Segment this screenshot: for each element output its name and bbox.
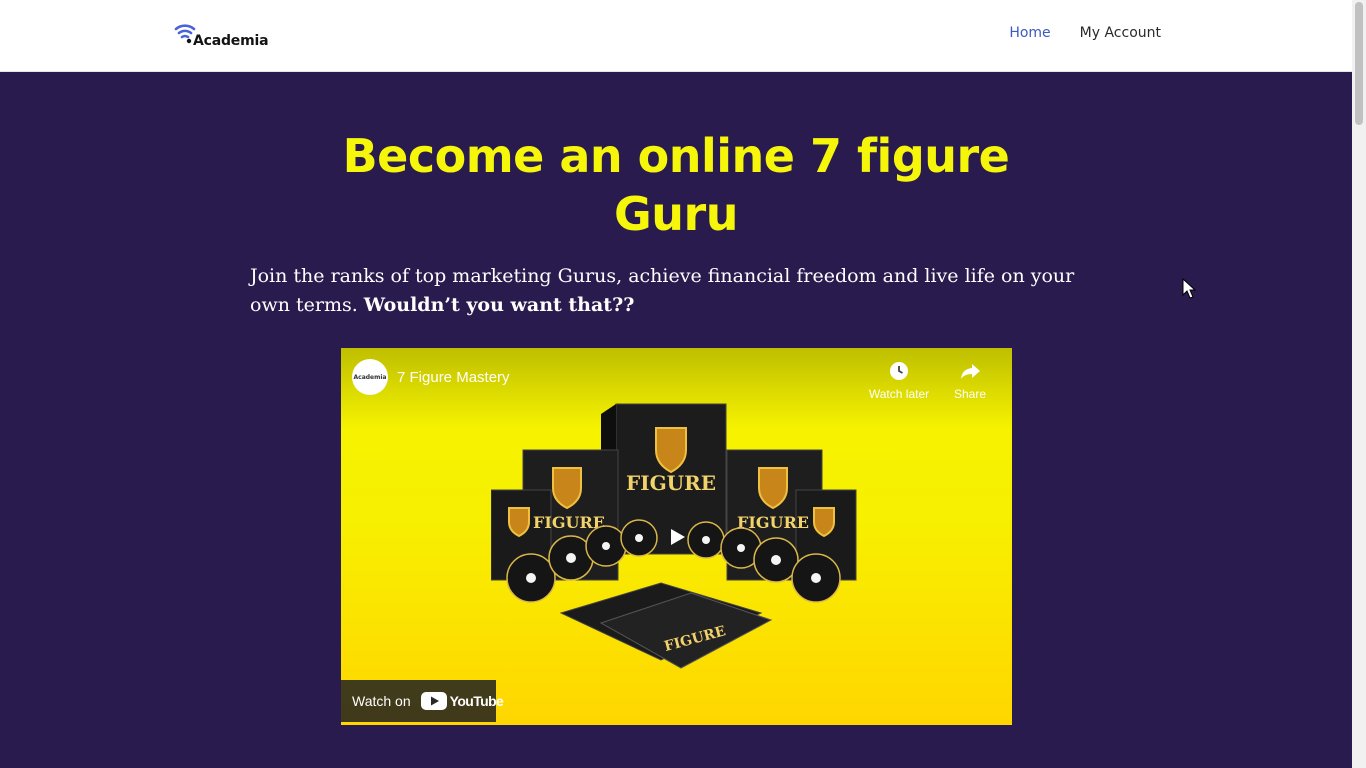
share-button[interactable]: Share: [935, 360, 1005, 403]
logo-text: Academia: [193, 33, 269, 49]
watch-later-label: Watch later: [868, 387, 930, 401]
svg-text:FIGURE: FIGURE: [626, 471, 716, 495]
nav-my-account-link[interactable]: My Account: [1080, 25, 1161, 41]
video-title[interactable]: 7 Figure Mastery: [397, 369, 510, 386]
watch-on-youtube-button[interactable]: Watch on YouTube: [341, 680, 504, 722]
watch-later-button[interactable]: Watch later: [864, 360, 934, 403]
share-arrow-icon: [961, 364, 980, 379]
nav-home-link[interactable]: Home: [1009, 25, 1050, 41]
hero-headline: Become an online 7 figure Guru: [250, 127, 1102, 243]
share-label: Share: [953, 387, 987, 401]
headline-line-1: Become an online 7 figure: [342, 129, 1010, 183]
scrollbar-thumb[interactable]: [1355, 2, 1363, 125]
play-icon[interactable]: [666, 526, 688, 548]
hero-section: Become an online 7 figure Guru Join the …: [0, 73, 1352, 768]
youtube-play-icon: [420, 692, 447, 710]
main-nav: Home My Account: [1009, 25, 1161, 41]
headline-line-2: Guru: [614, 187, 738, 241]
mouse-cursor-icon: [1182, 278, 1196, 299]
subtext-bold: Wouldn’t you want that??: [363, 294, 635, 316]
watch-on-label: Watch on: [352, 693, 411, 709]
page-scrollbar[interactable]: [1352, 0, 1366, 768]
youtube-video-embed[interactable]: FIGURE FIGURE FIGURE FIGURE Academia 7 F…: [341, 348, 1012, 725]
hero-subtext: Join the ranks of top marketing Gurus, a…: [250, 262, 1090, 320]
site-header: Academia Home My Account: [0, 0, 1352, 72]
youtube-word: YouTube: [449, 693, 504, 709]
clock-icon: [890, 362, 908, 380]
channel-avatar[interactable]: Academia: [352, 359, 388, 395]
youtube-logo: YouTube: [420, 692, 504, 710]
